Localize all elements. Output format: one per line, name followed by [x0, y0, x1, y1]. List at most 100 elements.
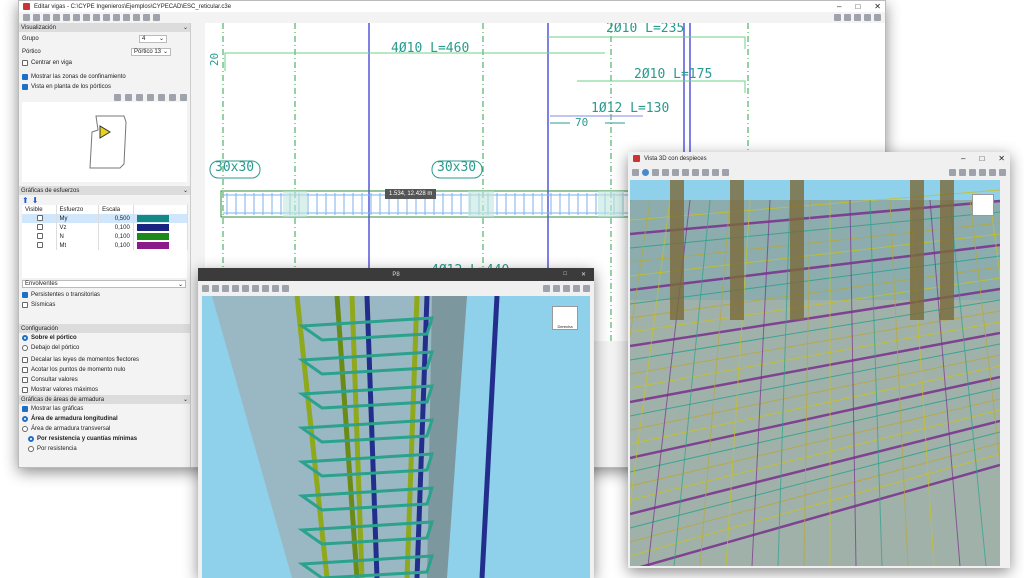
- minimize-button[interactable]: –: [837, 2, 841, 11]
- mostrar-graficas-checkbox[interactable]: [22, 406, 28, 412]
- orbit-icon[interactable]: [979, 168, 986, 176]
- color-swatch[interactable]: [136, 215, 169, 222]
- axes-icon[interactable]: [212, 284, 219, 292]
- close-button[interactable]: ✕: [998, 154, 1005, 163]
- zoom-icon[interactable]: [125, 93, 132, 101]
- persistentes-checkbox[interactable]: [22, 292, 28, 298]
- tool-icon[interactable]: [73, 14, 80, 21]
- solid-icon[interactable]: [222, 284, 229, 292]
- tool-icon[interactable]: [153, 14, 160, 21]
- view-cube[interactable]: [972, 194, 994, 216]
- pan-icon[interactable]: [854, 14, 861, 21]
- por-res-cuantias-radio[interactable]: [28, 436, 34, 442]
- search-icon[interactable]: [114, 93, 121, 101]
- zoom-icon[interactable]: [834, 14, 841, 21]
- table-row[interactable]: My 0,500: [22, 214, 189, 223]
- maximize-button[interactable]: □: [563, 271, 567, 278]
- visible-checkbox[interactable]: [37, 214, 43, 221]
- redo-icon[interactable]: [33, 14, 40, 21]
- tool-icon[interactable]: [103, 14, 110, 21]
- view-icon[interactable]: [702, 168, 709, 176]
- escala-value[interactable]: 0,100: [98, 241, 134, 250]
- column-tag[interactable]: 30x30: [437, 160, 476, 175]
- layers-icon[interactable]: [202, 284, 209, 292]
- orbit-icon[interactable]: [573, 284, 580, 292]
- arrow-down-icon[interactable]: ⬇: [32, 196, 39, 205]
- sismicas-checkbox[interactable]: [22, 302, 28, 308]
- color-swatch[interactable]: [136, 233, 169, 240]
- consultar-checkbox[interactable]: [22, 377, 28, 383]
- rebar-label[interactable]: 2Ø10 L=235: [606, 23, 684, 36]
- zoom-icon[interactable]: [949, 168, 956, 176]
- close-button[interactable]: ✕: [581, 271, 586, 278]
- tool-icon[interactable]: [83, 14, 90, 21]
- portico-select[interactable]: Pórtico 13 ⌄: [131, 47, 171, 56]
- fit-icon[interactable]: [180, 93, 187, 101]
- zoom-icon[interactable]: [543, 284, 550, 292]
- rebar-label[interactable]: 1Ø12 L=130: [591, 101, 669, 116]
- fit-icon[interactable]: [989, 168, 996, 176]
- zoom-icon[interactable]: [136, 93, 143, 101]
- pan-icon[interactable]: [169, 93, 176, 101]
- vista-planta-checkbox[interactable]: [22, 84, 28, 90]
- zoom-icon[interactable]: [158, 93, 165, 101]
- table-row[interactable]: Mt 0,100: [22, 241, 189, 250]
- sobre-radio[interactable]: [22, 335, 28, 341]
- p8-3d-viewport[interactable]: Derecha: [202, 296, 590, 578]
- tool-icon[interactable]: [123, 14, 130, 21]
- help-icon[interactable]: [874, 14, 881, 21]
- tool-icon[interactable]: [113, 14, 120, 21]
- combinaciones-select[interactable]: Envolventes ⌄: [22, 280, 186, 288]
- arrow-up-icon[interactable]: ⬆: [22, 196, 29, 205]
- zonas-checkbox[interactable]: [22, 74, 28, 80]
- escala-value[interactable]: 0,100: [98, 223, 134, 232]
- table-row[interactable]: N 0,100: [22, 232, 189, 241]
- view-icon[interactable]: [262, 284, 269, 292]
- view-icon[interactable]: [272, 284, 279, 292]
- section-visualizacion[interactable]: Visualización ⌄: [19, 23, 190, 32]
- zoom-icon[interactable]: [959, 168, 966, 176]
- section-graficas[interactable]: Gráficas de esfuerzos ⌄: [19, 186, 190, 195]
- tool-icon[interactable]: [143, 14, 150, 21]
- zoom-icon[interactable]: [553, 284, 560, 292]
- tool-icon[interactable]: [133, 14, 140, 21]
- section-areas[interactable]: Gráficas de áreas de armadura ⌄: [19, 395, 190, 404]
- tool-icon[interactable]: [63, 14, 70, 21]
- escala-value[interactable]: 0,100: [98, 232, 134, 241]
- layers-icon[interactable]: [632, 168, 639, 176]
- column-tag[interactable]: 30x30: [215, 160, 254, 175]
- view-icon[interactable]: [722, 168, 729, 176]
- grupo-select[interactable]: 4 ⌄: [139, 34, 167, 43]
- fit-icon[interactable]: [583, 284, 590, 292]
- view-icon[interactable]: [672, 168, 679, 176]
- save-icon[interactable]: [43, 14, 50, 21]
- rebar-label[interactable]: 4Ø10 L=460: [391, 41, 469, 56]
- view-icon[interactable]: [252, 284, 259, 292]
- zoom-icon[interactable]: [147, 93, 154, 101]
- maximize-button[interactable]: □: [979, 154, 984, 163]
- plan-view[interactable]: [22, 102, 187, 182]
- print-icon[interactable]: [999, 168, 1006, 176]
- rebar-label[interactable]: 2Ø10 L=175: [634, 67, 712, 82]
- minimize-button[interactable]: –: [961, 154, 965, 163]
- visible-checkbox[interactable]: [37, 223, 43, 230]
- view-icon[interactable]: [232, 284, 239, 292]
- pan-icon[interactable]: [563, 284, 570, 292]
- centrar-checkbox[interactable]: [22, 60, 28, 66]
- zoom-all-icon[interactable]: [864, 14, 871, 21]
- undo-icon[interactable]: [23, 14, 30, 21]
- color-swatch[interactable]: [136, 224, 169, 231]
- maximos-checkbox[interactable]: [22, 387, 28, 393]
- tool-icon[interactable]: [53, 14, 60, 21]
- color-swatch[interactable]: [136, 242, 169, 249]
- info-icon[interactable]: [642, 168, 649, 176]
- acotar-checkbox[interactable]: [22, 367, 28, 373]
- view-icon[interactable]: [712, 168, 719, 176]
- vista3d-viewport[interactable]: [630, 180, 1000, 566]
- debajo-radio[interactable]: [22, 345, 28, 351]
- visible-checkbox[interactable]: [37, 241, 43, 248]
- view-cube[interactable]: Derecha: [552, 306, 578, 330]
- close-button[interactable]: ✕: [874, 2, 881, 11]
- view-icon[interactable]: [692, 168, 699, 176]
- escala-value[interactable]: 0,500: [98, 214, 134, 223]
